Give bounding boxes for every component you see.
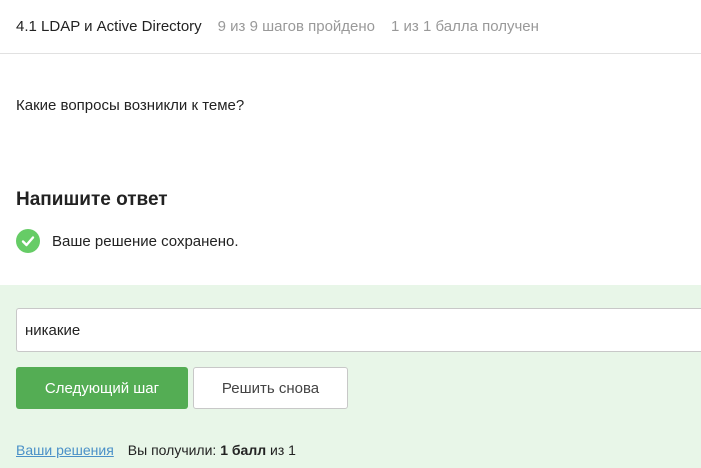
your-solutions-link[interactable]: Ваши решения bbox=[16, 442, 114, 458]
next-step-button[interactable]: Следующий шаг bbox=[16, 367, 188, 409]
checkmark-glyph bbox=[21, 236, 35, 247]
submission-footer: Ваши решения Вы получили: 1 балл из 1 bbox=[16, 442, 296, 458]
answer-field[interactable]: никакие bbox=[16, 308, 701, 352]
saved-status: Ваше решение сохранено. bbox=[16, 229, 239, 253]
progress-status: 9 из 9 шагов пройдено bbox=[217, 18, 376, 35]
lesson-title[interactable]: 4.1 LDAP и Active Directory bbox=[16, 18, 202, 35]
answer-heading: Напишите ответ bbox=[16, 189, 168, 210]
submission-panel: никакие Следующий шаг Решить снова Ваши … bbox=[0, 285, 701, 468]
earned-prefix: Вы получили: bbox=[127, 442, 217, 458]
earned-suffix: из 1 bbox=[270, 442, 296, 458]
question-text: Какие вопросы возникли к теме? bbox=[16, 97, 245, 114]
retry-button[interactable]: Решить снова bbox=[193, 367, 348, 409]
saved-message: Ваше решение сохранено. bbox=[52, 232, 239, 250]
score-status: 1 из 1 балла получен bbox=[391, 18, 539, 35]
check-circle-icon bbox=[16, 229, 40, 253]
earned-points-value: 1 балл bbox=[220, 442, 267, 458]
step-header: 4.1 LDAP и Active Directory 9 из 9 шагов… bbox=[0, 0, 701, 54]
earned-points: Вы получили: 1 балл из 1 bbox=[128, 442, 296, 458]
